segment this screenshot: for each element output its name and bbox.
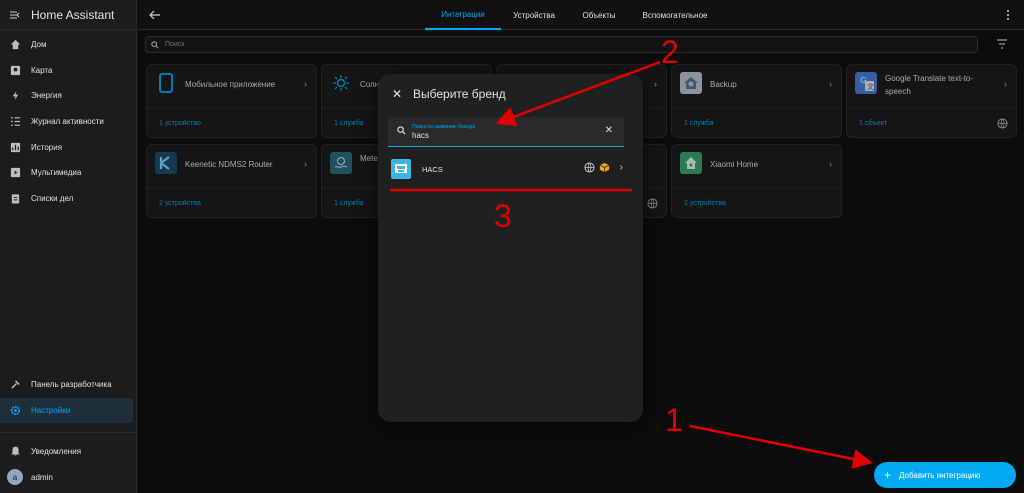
tab-integrations[interactable]: Интеграции bbox=[425, 0, 501, 30]
sidebar-item-media[interactable]: Мультимедиа bbox=[0, 160, 133, 186]
sidebar-header: Home Assistant bbox=[0, 0, 136, 30]
search-icon bbox=[397, 126, 406, 135]
tab-entities[interactable]: Объекты bbox=[567, 0, 631, 30]
list-icon bbox=[9, 116, 21, 128]
tab-helpers[interactable]: Вспомогательное bbox=[631, 0, 719, 30]
brand-search-value: hacs bbox=[412, 131, 429, 140]
brand-search-input[interactable]: Поиск по названию бренда hacs ✕ bbox=[388, 117, 624, 147]
brand-result-hacs[interactable]: HACS › bbox=[388, 154, 633, 184]
sidebar-item-label: Списки дел bbox=[31, 193, 74, 203]
clear-icon[interactable]: ✕ bbox=[605, 125, 613, 136]
sidebar-item-home[interactable]: Дом bbox=[0, 32, 133, 58]
tab-devices[interactable]: Устройства bbox=[501, 0, 567, 30]
bell-icon bbox=[9, 446, 21, 458]
sidebar-item-logbook[interactable]: Журнал активности bbox=[0, 109, 133, 135]
sidebar-item-label: Дом bbox=[31, 40, 47, 50]
annotation-number-2: 2 bbox=[661, 34, 679, 70]
user-name: admin bbox=[31, 472, 53, 482]
sidebar-item-energy[interactable]: Энергия bbox=[0, 83, 133, 109]
lightning-icon bbox=[9, 90, 21, 102]
chevron-right-icon: › bbox=[619, 162, 623, 173]
sidebar-bottom: Панель разработчика Настройки bbox=[0, 372, 136, 424]
top-bar: Интеграции Устройства Объекты Вспомогате… bbox=[138, 0, 1024, 30]
sidebar-item-label: Панель разработчика bbox=[31, 380, 112, 390]
map-icon bbox=[9, 64, 21, 76]
sidebar-item-todo[interactable]: Списки дел bbox=[0, 186, 133, 212]
sidebar-item-label: Мультимедиа bbox=[31, 168, 82, 178]
annotation-number-1: 1 bbox=[665, 402, 683, 438]
select-brand-dialog: ✕ Выберите бренд Поиск по названию бренд… bbox=[378, 74, 643, 422]
clipboard-icon bbox=[9, 192, 21, 204]
sidebar-item-user[interactable]: a admin bbox=[0, 465, 133, 491]
home-assistant-app: Home Assistant Дом Карта Энергия Журнал … bbox=[0, 0, 1024, 493]
tab-bar: Интеграции Устройства Объекты Вспомогате… bbox=[425, 0, 719, 30]
brand-badges: › bbox=[584, 162, 623, 173]
sidebar-item-label: Энергия bbox=[31, 91, 62, 101]
add-integration-label: Добавить интеграцию bbox=[899, 470, 981, 480]
play-icon bbox=[9, 167, 21, 179]
globe-icon bbox=[584, 162, 595, 173]
annotation-number-3: 3 bbox=[494, 198, 512, 234]
dialog-title: Выберите бренд bbox=[413, 87, 506, 101]
brand-search-label: Поиск по названию бренда bbox=[412, 124, 475, 130]
home-icon bbox=[9, 39, 21, 51]
sidebar-item-label: Уведомления bbox=[31, 447, 82, 457]
brand-name: HACS bbox=[422, 164, 443, 174]
close-icon[interactable]: ✕ bbox=[392, 87, 402, 101]
hacs-logo-icon bbox=[391, 159, 411, 179]
sidebar-item-history[interactable]: История bbox=[0, 134, 133, 160]
sidebar-item-label: Настройки bbox=[31, 405, 71, 415]
gear-icon bbox=[9, 404, 21, 416]
avatar: a bbox=[7, 469, 23, 486]
sidebar-item-notifications[interactable]: Уведомления bbox=[0, 439, 133, 465]
sidebar-item-map[interactable]: Карта bbox=[0, 58, 133, 84]
sidebar-item-label: История bbox=[31, 142, 63, 152]
app-title: Home Assistant bbox=[31, 7, 115, 22]
sidebar: Home Assistant Дом Карта Энергия Журнал … bbox=[0, 0, 137, 493]
sidebar-footer: Уведомления a admin bbox=[0, 439, 136, 490]
sidebar-item-label: Карта bbox=[31, 65, 53, 75]
custom-integration-box-icon bbox=[599, 162, 609, 173]
add-integration-button[interactable]: + Добавить интеграцию bbox=[874, 462, 1016, 488]
sidebar-divider bbox=[0, 432, 136, 433]
plus-icon: + bbox=[884, 468, 892, 482]
more-vertical-icon[interactable] bbox=[1006, 9, 1010, 21]
back-arrow-icon[interactable] bbox=[148, 8, 162, 22]
sidebar-item-settings[interactable]: Настройки bbox=[0, 397, 133, 424]
sidebar-item-label: Журнал активности bbox=[31, 117, 104, 127]
chart-icon bbox=[9, 141, 21, 153]
hammer-icon bbox=[9, 379, 21, 391]
menu-icon[interactable] bbox=[9, 9, 21, 21]
sidebar-item-developer-tools[interactable]: Панель разработчика bbox=[0, 372, 133, 398]
sidebar-nav: Дом Карта Энергия Журнал активности Исто… bbox=[0, 32, 136, 211]
